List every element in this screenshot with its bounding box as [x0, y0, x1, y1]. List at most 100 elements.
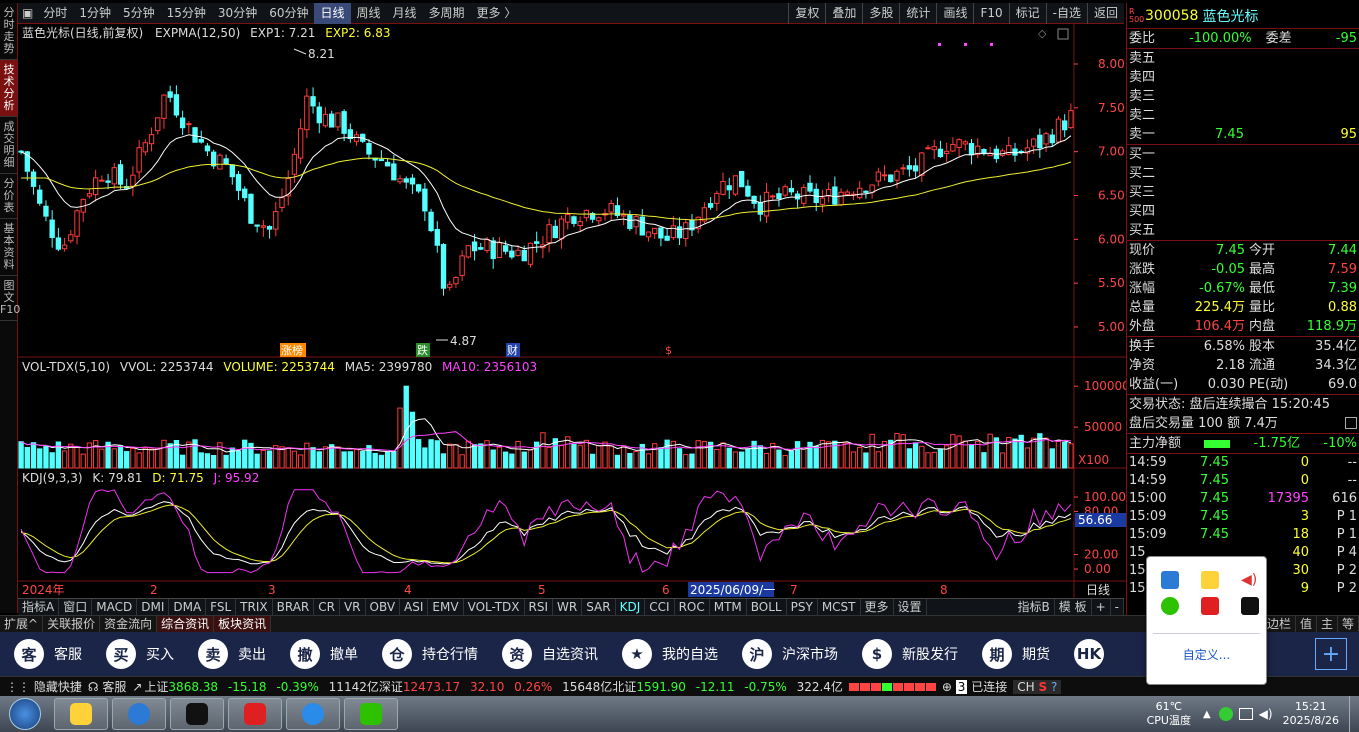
toolbar-button[interactable]: 复权: [788, 3, 825, 24]
indicator-tab[interactable]: RSI: [525, 599, 554, 615]
indicator-tab[interactable]: TRIX: [236, 599, 273, 615]
expand-icon[interactable]: [1345, 417, 1357, 429]
indicator-tab[interactable]: WR: [553, 599, 583, 615]
indicator-tab[interactable]: PSY: [787, 599, 818, 615]
period-tab[interactable]: 1分钟: [73, 3, 117, 24]
taskbar-app-6[interactable]: [344, 698, 398, 730]
sh-index[interactable]: 上证3868.38 -15.18 -0.39% 11142亿深证12473.17…: [144, 678, 843, 695]
add-shortcut-button[interactable]: +: [1315, 638, 1347, 670]
shortcut-button[interactable]: 撤撤单: [290, 639, 358, 669]
menu-icon[interactable]: ▣: [18, 3, 37, 24]
indicator-tab[interactable]: 设置: [894, 599, 927, 615]
toolbar-button[interactable]: 画线: [936, 3, 973, 24]
shortcut-button[interactable]: 买买入: [106, 639, 174, 669]
price-chart[interactable]: 8.00 7.50 7.00 6.50 6.00 5.50 5.00 8.21 4.87 涨榜 跌 财…: [18, 24, 1126, 358]
indicator-tab[interactable]: MCST: [818, 599, 861, 615]
tray-volume-icon[interactable]: ◀): [1259, 707, 1273, 721]
indicator-tab[interactable]: VOL-TDX: [464, 599, 525, 615]
left-tab[interactable]: 成交明细: [0, 117, 18, 174]
indicator-tab[interactable]: 指标A: [18, 599, 60, 615]
indicator-tab[interactable]: BOLL: [747, 599, 787, 615]
indicator-tab[interactable]: EMV: [428, 599, 464, 615]
shortcut-button[interactable]: 资自选资讯: [502, 639, 598, 669]
shortcut-button[interactable]: 期期货: [982, 639, 1050, 669]
period-tab[interactable]: 多周期: [423, 3, 471, 24]
shortcut-button[interactable]: HK: [1074, 639, 1114, 669]
left-tab[interactable]: 基本资料: [0, 219, 18, 276]
shortcut-button[interactable]: ★ 我的自选: [622, 639, 718, 669]
vol-indicator-name[interactable]: VOL-TDX(5,10): [22, 360, 110, 374]
sub-tool[interactable]: 等: [1338, 616, 1359, 632]
customize-link[interactable]: 自定义...: [1183, 648, 1230, 662]
left-tab[interactable]: 分价表: [0, 174, 18, 219]
shortcut-button[interactable]: 沪沪深市场: [742, 639, 838, 669]
indicator-tab[interactable]: MACD: [92, 599, 138, 615]
period-tab[interactable]: 30分钟: [212, 3, 263, 24]
sub-tab[interactable]: 板块资讯: [214, 616, 272, 632]
indicator-tool[interactable]: +: [1092, 599, 1111, 615]
indicator-tab[interactable]: SAR: [582, 599, 616, 615]
show-desktop-button[interactable]: [1349, 696, 1359, 732]
tray-network-icon[interactable]: [1238, 708, 1253, 720]
period-tab[interactable]: 分时: [37, 3, 73, 24]
shortcut-button[interactable]: 客客服: [14, 639, 82, 669]
toolbar-button[interactable]: 多股: [862, 3, 899, 24]
cpu-temp[interactable]: 61℃ CPU温度: [1147, 700, 1191, 728]
period-tab[interactable]: 5分钟: [117, 3, 161, 24]
period-tab[interactable]: 日线: [314, 2, 351, 24]
start-button[interactable]: [0, 696, 50, 732]
taskbar-app-5[interactable]: [286, 698, 340, 730]
toolbar-button[interactable]: F10: [973, 3, 1008, 24]
taskbar-app-1[interactable]: [54, 698, 108, 730]
service-link[interactable]: ☊ 客服: [88, 678, 127, 695]
period-tab[interactable]: 更多 〉: [471, 3, 523, 24]
indicator-tab[interactable]: VR: [340, 599, 366, 615]
tray-ime-icon[interactable]: [1218, 707, 1233, 721]
hide-shortcut[interactable]: ⋮⋮ 隐藏快捷: [6, 678, 82, 695]
sub-tab[interactable]: 关联报价: [43, 616, 101, 632]
shortcut-button[interactable]: 仓持仓行情: [382, 639, 478, 669]
period-tab[interactable]: 月线: [387, 3, 423, 24]
tray-speaker-icon[interactable]: ◀): [1241, 571, 1259, 589]
tray-expand-icon[interactable]: ▲: [1203, 709, 1211, 720]
indicator-tab[interactable]: 更多: [861, 599, 894, 615]
left-tab[interactable]: 图文F10: [0, 276, 20, 321]
taskbar-app-3[interactable]: [170, 698, 224, 730]
shortcut-button[interactable]: 卖卖出: [198, 639, 266, 669]
tray-tiktok-icon[interactable]: [1241, 597, 1259, 615]
period-tab[interactable]: 周线: [351, 3, 387, 24]
indicator-tool[interactable]: 模 板: [1055, 599, 1092, 615]
indicator-tab[interactable]: BRAR: [273, 599, 315, 615]
sub-tab[interactable]: 扩展^: [0, 616, 44, 632]
left-tab[interactable]: 分时走势: [0, 3, 18, 60]
ime-indicator[interactable]: CH S ?: [1013, 679, 1062, 694]
tray-wechat-icon[interactable]: [1161, 597, 1179, 615]
indicator-tab[interactable]: CCI: [645, 599, 675, 615]
clock[interactable]: 15:21 2025/8/26: [1283, 700, 1339, 728]
indicator-name[interactable]: EXPMA(12,50): [155, 26, 240, 40]
toolbar-button[interactable]: 标记: [1008, 3, 1046, 24]
indicator-tab[interactable]: ROC: [675, 599, 710, 615]
connection-status[interactable]: ⊕ 3 已连接: [942, 678, 1007, 695]
period-tab[interactable]: 15分钟: [161, 3, 212, 24]
toolbar-button[interactable]: -自选: [1045, 3, 1087, 24]
tray-rabbit-icon[interactable]: [1201, 571, 1219, 589]
sub-tab[interactable]: 资金流向: [100, 616, 158, 632]
indicator-tab[interactable]: MTM: [710, 599, 747, 615]
toolbar-button[interactable]: 统计: [899, 3, 936, 24]
period-tab[interactable]: 60分钟: [263, 3, 314, 24]
tray-stock-icon[interactable]: [1201, 597, 1219, 615]
indicator-tab[interactable]: OBV: [366, 599, 401, 615]
shortcut-button[interactable]: $ 新股发行: [862, 639, 958, 669]
indicator-tab[interactable]: CR: [314, 599, 340, 615]
toolbar-button[interactable]: 返回: [1086, 3, 1124, 24]
tray-app-icon-1[interactable]: [1161, 571, 1179, 589]
sub-tool[interactable]: 值: [1296, 616, 1317, 632]
left-tab[interactable]: 技术分析: [0, 60, 18, 117]
indicator-tab[interactable]: FSL: [206, 599, 237, 615]
sub-tab[interactable]: 综合资讯: [157, 616, 215, 632]
indicator-tab[interactable]: DMI: [137, 599, 170, 615]
indicator-tab[interactable]: KDJ: [616, 599, 646, 615]
indicator-tool[interactable]: -: [1111, 599, 1124, 615]
indicator-tab[interactable]: 窗口: [59, 599, 93, 615]
